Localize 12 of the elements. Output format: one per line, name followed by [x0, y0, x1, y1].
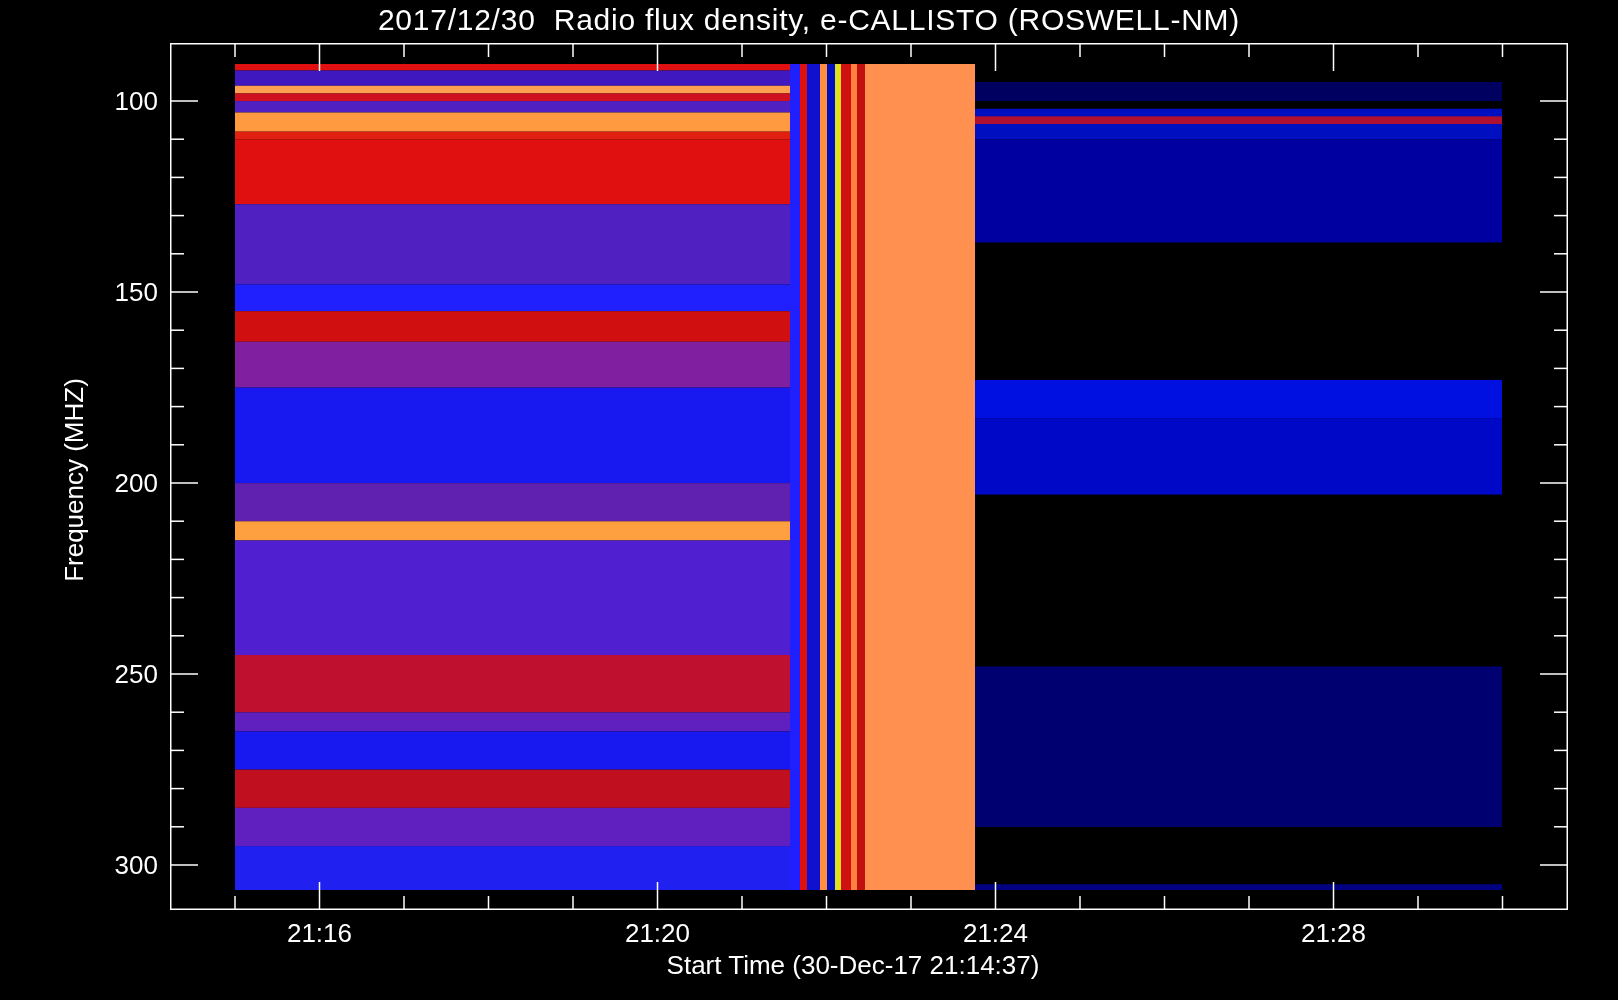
- chart-title: 2017/12/30 Radio flux density, e-CALLISTO (ROSWELL-NM): [377, 2, 1241, 38]
- x-tick-label: 21:20: [623, 918, 692, 948]
- y-axis-label: Frequency (MHZ): [59, 377, 89, 584]
- y-tick-label: 250: [113, 659, 158, 689]
- x-tick-label: 21:16: [285, 918, 354, 948]
- x-tick-label: 21:24: [961, 918, 1030, 948]
- y-tick-label: 200: [113, 468, 158, 498]
- x-tick-label: 21:28: [1299, 918, 1368, 948]
- y-tick-label: 150: [113, 277, 158, 307]
- x-axis-label: Start Time (30-Dec-17 21:14:37): [666, 950, 1040, 980]
- y-tick-label: 300: [113, 850, 158, 880]
- y-tick-label: 100: [113, 86, 158, 116]
